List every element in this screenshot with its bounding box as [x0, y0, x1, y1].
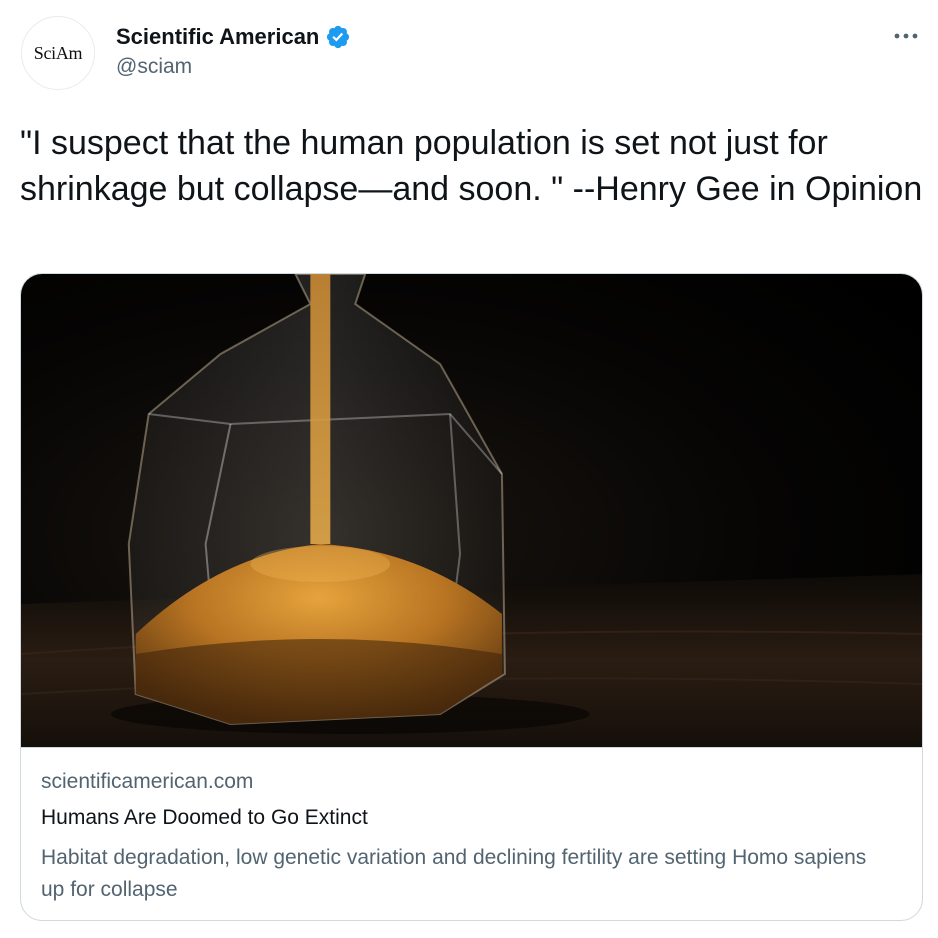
avatar[interactable]: SciAm [21, 16, 95, 90]
verified-badge-icon [327, 25, 350, 49]
author-name-row: Scientific American [116, 22, 351, 52]
link-card-domain: scientificamerican.com [41, 770, 254, 793]
link-card[interactable]: scientificamerican.com Humans Are Doomed… [20, 273, 923, 921]
link-card-description: Habitat degradation, low genetic variati… [41, 846, 867, 901]
avatar-logo-text: SciAm [33, 42, 83, 63]
more-options-icon[interactable] [892, 26, 920, 46]
author-handle[interactable]: @sciam [116, 55, 192, 79]
tweet-text: "I suspect that the human population is … [20, 124, 923, 208]
link-card-title[interactable]: Humans Are Doomed to Go Extinct [41, 806, 368, 830]
author-display-name[interactable]: Scientific American [116, 24, 319, 50]
hourglass-image [21, 274, 922, 747]
link-card-meta: scientificamerican.com Humans Are Doomed… [21, 747, 922, 920]
